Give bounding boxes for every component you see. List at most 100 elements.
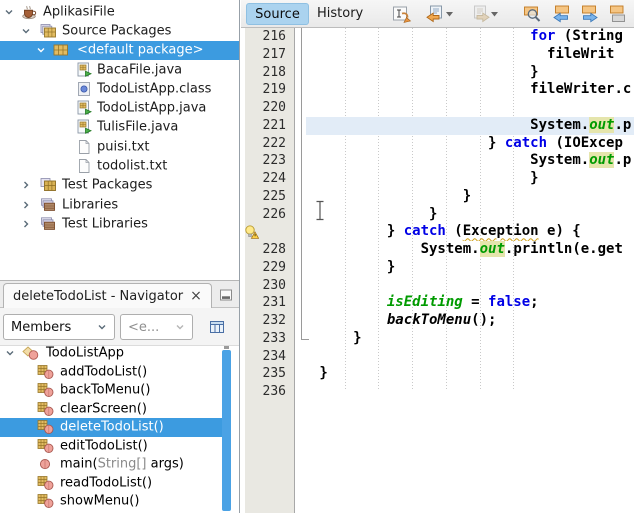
inherited-members-button[interactable]: [204, 316, 229, 338]
project-tree-item-bacafile-java[interactable]: BacaFile.java: [0, 60, 239, 79]
code-line-222[interactable]: } catch (IOExcep: [306, 135, 634, 153]
code-line-224[interactable]: }: [306, 170, 634, 188]
chevron-down-icon[interactable]: [4, 7, 14, 17]
code-line-226[interactable]: }: [306, 206, 634, 224]
tab-history[interactable]: History: [317, 0, 363, 27]
next-occurrence-button[interactable]: [579, 4, 599, 24]
code-line-220[interactable]: [306, 99, 634, 117]
navigator-scrollbar[interactable]: [222, 350, 231, 511]
line-number: 226: [262, 206, 286, 222]
chevron-right-icon[interactable]: [21, 180, 31, 190]
navigator-member-main-string-args[interactable]: main(String[] args): [0, 455, 239, 474]
tree-item-label: TodoListApp.class: [97, 81, 212, 97]
project-tree-item-source-packages[interactable]: Source Packages: [0, 21, 239, 40]
line-number: 217: [262, 46, 286, 62]
chevron-right-icon[interactable]: [21, 200, 31, 210]
java-file-icon: [76, 62, 92, 78]
code-line-231[interactable]: isEditing = false;: [306, 294, 634, 312]
name-filter-select[interactable]: <e...: [120, 314, 193, 340]
dropdown-arrow-icon[interactable]: [446, 12, 453, 17]
tree-item-label: TulisFile.java: [97, 119, 179, 135]
project-tree-item-tulisfile-java[interactable]: TulisFile.java: [0, 118, 239, 137]
code-line-234[interactable]: [306, 348, 634, 366]
toggle-highlight-search-button[interactable]: [607, 4, 627, 24]
navigator-member-addtodolist[interactable]: addTodoList(): [0, 363, 239, 382]
back-button[interactable]: [425, 4, 445, 24]
dropdown-arrow-icon[interactable]: [491, 12, 498, 17]
code-line-225[interactable]: }: [306, 188, 634, 206]
code-line-235[interactable]: }: [306, 365, 634, 383]
code-line-216[interactable]: for (String: [306, 28, 634, 46]
navigator-tab-title: deleteTodoList - Navigator: [13, 288, 184, 304]
close-icon[interactable]: ×: [190, 289, 202, 303]
tab-source[interactable]: Source: [246, 3, 309, 25]
tab-history-label: History: [317, 6, 364, 21]
navigator-member-showmenu[interactable]: showMenu(): [0, 492, 239, 511]
libraries-icon: [40, 197, 56, 213]
chevron-down-icon: [97, 322, 107, 332]
navigator-member-readtodolist[interactable]: readTodoList(): [0, 474, 239, 493]
members-filter-select[interactable]: Members: [3, 314, 115, 340]
package-icon: [53, 43, 69, 57]
project-tree-item-libraries[interactable]: Libraries: [0, 195, 239, 214]
name-filter-value: <e...: [128, 319, 160, 335]
minimize-panel-button[interactable]: [218, 287, 234, 302]
tree-item-label: BacaFile.java: [97, 62, 183, 78]
last-edit-button[interactable]: [392, 4, 412, 24]
code-line-233[interactable]: }: [306, 330, 634, 348]
code-line-218[interactable]: }: [306, 64, 634, 82]
project-tree-item-default-package[interactable]: <default package>: [0, 40, 239, 60]
code-line-232[interactable]: backToMenu();: [306, 312, 634, 330]
code-line-219[interactable]: fileWriter.c: [306, 81, 634, 99]
line-number: 229: [262, 259, 286, 275]
code-line-228[interactable]: System.out.println(e.get: [306, 241, 634, 259]
project-tree-item-todolist-txt[interactable]: todolist.txt: [0, 156, 239, 175]
code-line-217[interactable]: fileWrit: [306, 46, 634, 64]
line-number: 220: [262, 100, 286, 115]
code-line-223[interactable]: System.out.p: [306, 152, 634, 170]
chevron-down-icon: [175, 322, 185, 332]
code-line-230[interactable]: [306, 277, 634, 295]
previous-occurrence-icon: [552, 5, 571, 24]
navigator-member-clearscreen[interactable]: clearScreen(): [0, 400, 239, 419]
chevron-right-icon[interactable]: [21, 219, 31, 229]
line-number: 224: [262, 171, 286, 186]
scrollbar-up-arrow[interactable]: [224, 346, 229, 349]
project-tree-item-todolistapp-java[interactable]: TodoListApp.java: [0, 99, 239, 118]
code-line-221[interactable]: System.out.p: [306, 116, 634, 135]
next-occurrence-icon: [580, 5, 599, 24]
code-line-236[interactable]: [306, 383, 634, 401]
tree-item-label: Libraries: [62, 197, 119, 213]
navigator-member-deletetodolist[interactable]: deleteTodoList(): [0, 418, 222, 437]
inherited-members-icon: [208, 319, 226, 335]
tree-item-label: <default package>: [77, 42, 204, 58]
line-number: 234: [262, 348, 286, 364]
member-label: editTodoList(): [60, 438, 148, 454]
method-icon: [37, 438, 54, 453]
navigator-member-backtomenu[interactable]: backToMenu(): [0, 381, 239, 400]
text-file-icon: [76, 158, 92, 174]
navigator-members-tree: TodoListApp addTodoList() backToMenu() clea…: [0, 346, 239, 513]
navigator-member-edittodolist[interactable]: editTodoList(): [0, 437, 239, 456]
hint-bulb-warning-icon[interactable]: [244, 224, 259, 240]
member-label: TodoListApp: [46, 346, 125, 361]
find-selection-button[interactable]: [522, 4, 542, 24]
navigator-member-todolistapp[interactable]: TodoListApp: [0, 346, 239, 363]
previous-occurrence-button[interactable]: [551, 4, 571, 24]
code-line-229[interactable]: }: [306, 259, 634, 277]
code-editor[interactable]: 216 for (String 217 fileWrit 218} 219 fileWri…: [241, 28, 634, 513]
code-line-227[interactable]: } catch (Exception e) {: [306, 223, 634, 241]
libraries-icon: [40, 216, 56, 232]
line-number: 219: [262, 82, 286, 98]
project-tree-item-aplikasifile[interactable]: AplikasiFile: [0, 2, 239, 21]
forward-button[interactable]: [470, 4, 490, 24]
navigator-tab[interactable]: deleteTodoList - Navigator ×: [3, 283, 212, 308]
chevron-down-icon[interactable]: [21, 26, 31, 36]
chevron-down-icon[interactable]: [36, 45, 46, 55]
chevron-down-icon[interactable]: [5, 348, 15, 358]
project-tree-item-todolistapp-class[interactable]: TodoListApp.class: [0, 79, 239, 98]
project-tree-item-test-libraries[interactable]: Test Libraries: [0, 214, 239, 233]
project-tree-item-test-packages[interactable]: Test Packages: [0, 176, 239, 195]
project-tree-item-puisi-txt[interactable]: puisi.txt: [0, 137, 239, 156]
line-number: 236: [262, 384, 286, 399]
